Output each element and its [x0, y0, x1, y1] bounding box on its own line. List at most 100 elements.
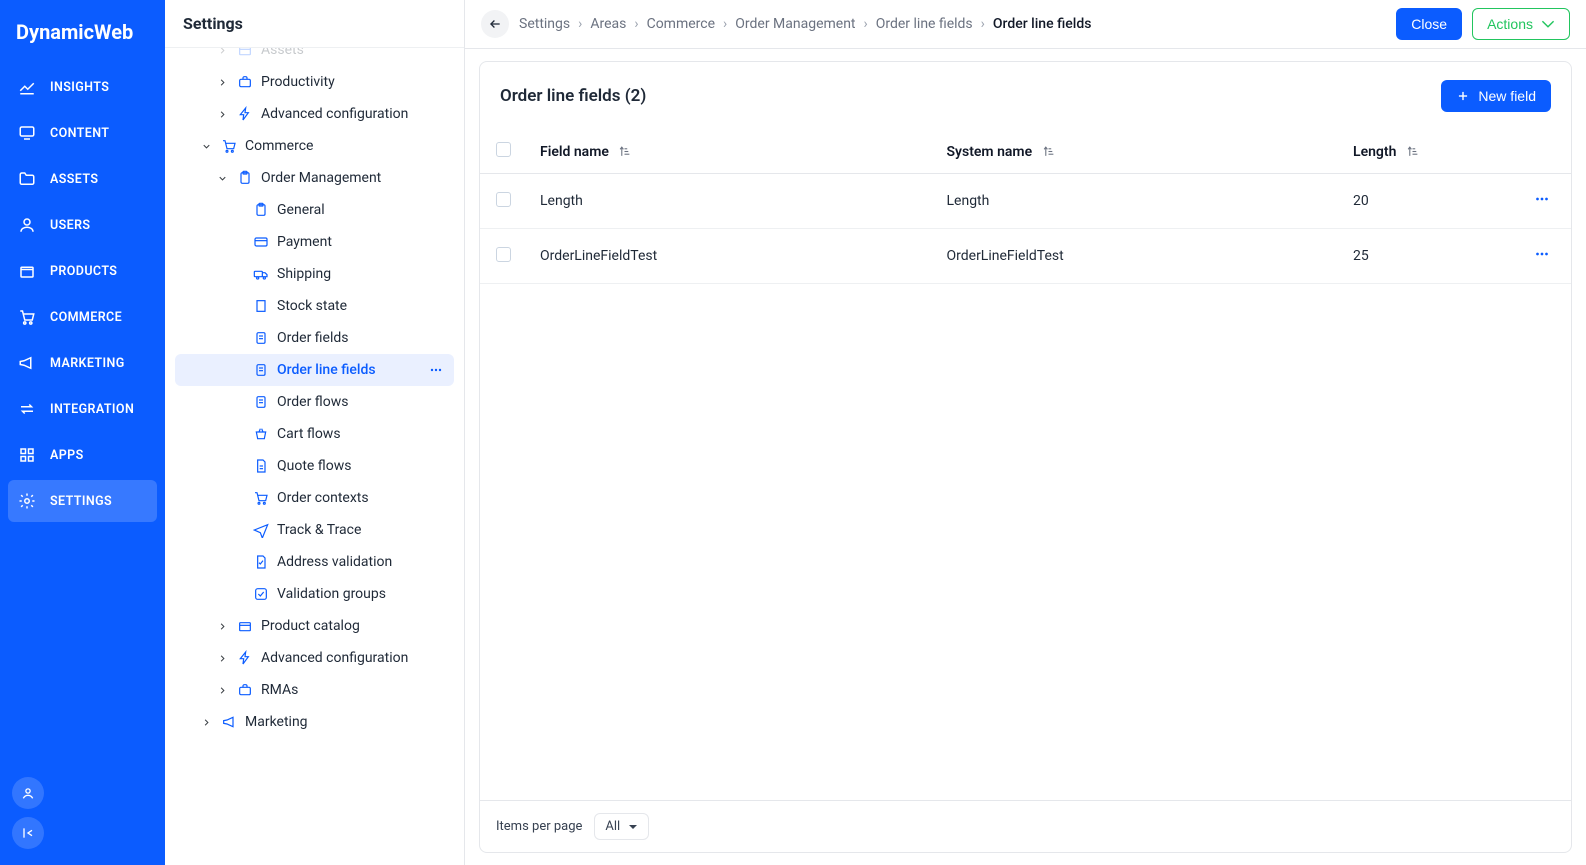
- tree-node-address-validation[interactable]: Address validation: [175, 546, 454, 578]
- tree-node-advanced-configuration[interactable]: Advanced configuration: [175, 642, 454, 674]
- plus-icon: [1456, 89, 1470, 103]
- tree-node-order-flows[interactable]: Order flows: [175, 386, 454, 418]
- chevron-down-icon[interactable]: [199, 139, 213, 153]
- sort-icon: [1042, 145, 1055, 158]
- tree-node-label: Order Management: [261, 170, 381, 186]
- tree-node-actions[interactable]: [428, 362, 444, 378]
- chevron-right-icon[interactable]: [215, 651, 229, 665]
- breadcrumb-link[interactable]: Settings: [519, 16, 570, 32]
- row-actions-button[interactable]: [1533, 251, 1551, 267]
- tree-node-payment[interactable]: Payment: [175, 226, 454, 258]
- items-per-page-select[interactable]: All: [594, 813, 649, 840]
- clipboard-icon: [237, 170, 253, 186]
- box-icon: [18, 262, 36, 280]
- table-row[interactable]: Length Length 20: [480, 174, 1571, 229]
- chevron-right-icon[interactable]: [215, 683, 229, 697]
- cart-icon: [221, 138, 237, 154]
- tree-node-productivity[interactable]: Productivity: [175, 66, 454, 98]
- tree-list: AssetsProductivityAdvanced configuration…: [165, 48, 464, 758]
- close-label: Close: [1411, 16, 1447, 32]
- tree-node-track-trace[interactable]: Track & Trace: [175, 514, 454, 546]
- tree-node-marketing[interactable]: Marketing: [175, 706, 454, 738]
- chevron-right-icon[interactable]: [215, 619, 229, 633]
- tree-node-order-management[interactable]: Order Management: [175, 162, 454, 194]
- cell-system-name: Length: [933, 174, 1340, 229]
- tree-node-product-catalog[interactable]: Product catalog: [175, 610, 454, 642]
- cell-length: 25: [1339, 229, 1519, 284]
- tree-node-assets[interactable]: Assets: [175, 48, 454, 66]
- tree-node-general[interactable]: General: [175, 194, 454, 226]
- nav-marketing[interactable]: MARKETING: [8, 342, 157, 384]
- card-header: Order line fields (2) New field: [480, 62, 1571, 130]
- nav-integration[interactable]: INTEGRATION: [8, 388, 157, 430]
- back-button[interactable]: [481, 10, 509, 38]
- tree-node-advanced-configuration[interactable]: Advanced configuration: [175, 98, 454, 130]
- card-footer: Items per page All: [480, 800, 1571, 852]
- breadcrumbs: Settings›Areas›Commerce›Order Management…: [519, 16, 1386, 32]
- cart-icon: [253, 490, 269, 506]
- collapse-rail-button[interactable]: [12, 817, 44, 849]
- nav-content[interactable]: CONTENT: [8, 112, 157, 154]
- expander-spacer: [231, 555, 245, 569]
- chevron-right-icon: ›: [578, 16, 582, 32]
- tree-node-shipping[interactable]: Shipping: [175, 258, 454, 290]
- nav-assets[interactable]: ASSETS: [8, 158, 157, 200]
- nav-settings[interactable]: SETTINGS: [8, 480, 157, 522]
- tree-node-order-fields[interactable]: Order fields: [175, 322, 454, 354]
- tree-node-validation-groups[interactable]: Validation groups: [175, 578, 454, 610]
- row-checkbox[interactable]: [496, 247, 511, 262]
- nav-products[interactable]: PRODUCTS: [8, 250, 157, 292]
- tree-node-rmas[interactable]: RMAs: [175, 674, 454, 706]
- bolt-icon: [237, 650, 253, 666]
- cell-field-name: OrderLineFieldTest: [526, 229, 933, 284]
- primary-nav: DynamicWeb INSIGHTS CONTENT ASSETS USERS: [0, 0, 165, 865]
- chevron-right-icon[interactable]: [215, 107, 229, 121]
- breadcrumb-link[interactable]: Areas: [590, 16, 626, 32]
- col-system-name[interactable]: System name: [933, 130, 1340, 174]
- col-field-name[interactable]: Field name: [526, 130, 933, 174]
- nav-users[interactable]: USERS: [8, 204, 157, 246]
- chart-line-icon: [18, 78, 36, 96]
- collapse-icon: [20, 825, 36, 841]
- tree-node-label: Shipping: [277, 266, 331, 282]
- caret-down-icon: [1541, 17, 1555, 31]
- box-icon: [237, 48, 253, 58]
- actions-dropdown[interactable]: Actions: [1472, 8, 1570, 40]
- chevron-right-icon: ›: [981, 16, 985, 32]
- col-actions: [1519, 130, 1571, 174]
- clipboard-icon: [253, 202, 269, 218]
- tree-node-stock-state[interactable]: Stock state: [175, 290, 454, 322]
- new-field-button[interactable]: New field: [1441, 80, 1551, 112]
- chevron-down-icon[interactable]: [215, 171, 229, 185]
- tree-scroll[interactable]: AssetsProductivityAdvanced configuration…: [165, 48, 464, 865]
- account-button[interactable]: [12, 777, 44, 809]
- tree-node-commerce[interactable]: Commerce: [175, 130, 454, 162]
- chevron-right-icon[interactable]: [215, 48, 229, 57]
- select-all-checkbox[interactable]: [496, 142, 511, 157]
- col-header-label: System name: [947, 144, 1033, 160]
- nav-label: CONTENT: [50, 126, 109, 141]
- briefcase-icon: [237, 74, 253, 90]
- nav-commerce[interactable]: COMMERCE: [8, 296, 157, 338]
- expander-spacer: [231, 299, 245, 313]
- chevron-right-icon[interactable]: [215, 75, 229, 89]
- main: Settings›Areas›Commerce›Order Management…: [465, 0, 1586, 865]
- col-header-label: Length: [1353, 144, 1396, 160]
- nav-insights[interactable]: INSIGHTS: [8, 66, 157, 108]
- tree-node-order-contexts[interactable]: Order contexts: [175, 482, 454, 514]
- tree-node-label: Order fields: [277, 330, 349, 346]
- close-button[interactable]: Close: [1396, 8, 1462, 40]
- breadcrumb-link[interactable]: Order Management: [735, 16, 855, 32]
- table-row[interactable]: OrderLineFieldTest OrderLineFieldTest 25: [480, 229, 1571, 284]
- tree-node-quote-flows[interactable]: Quote flows: [175, 450, 454, 482]
- row-checkbox[interactable]: [496, 192, 511, 207]
- chevron-right-icon[interactable]: [199, 715, 213, 729]
- row-actions-button[interactable]: [1533, 196, 1551, 212]
- tree-node-cart-flows[interactable]: Cart flows: [175, 418, 454, 450]
- nav-apps[interactable]: APPS: [8, 434, 157, 476]
- breadcrumb-link[interactable]: Order line fields: [876, 16, 973, 32]
- tree-node-order-line-fields[interactable]: Order line fields: [175, 354, 454, 386]
- breadcrumb-link[interactable]: Commerce: [647, 16, 715, 32]
- primary-nav-list: INSIGHTS CONTENT ASSETS USERS PRODUCTS: [0, 62, 165, 526]
- col-length[interactable]: Length: [1339, 130, 1519, 174]
